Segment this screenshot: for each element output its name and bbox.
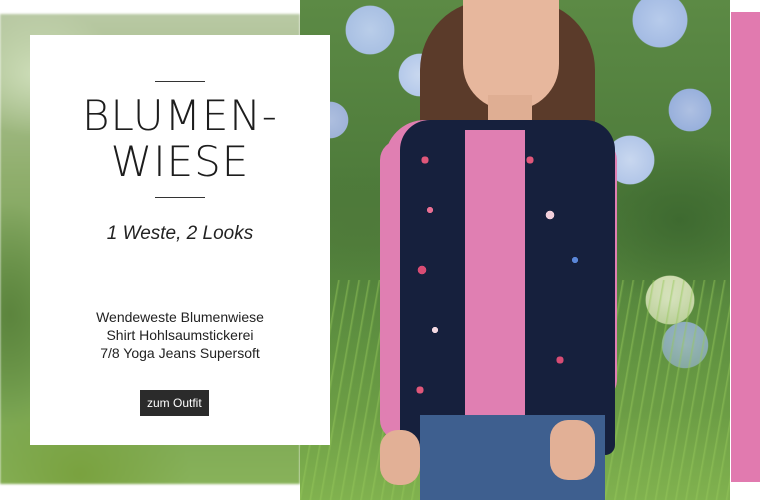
headline-line-2: WIESE — [110, 137, 250, 186]
text-panel: BLUMEN- WIESE 1 Weste, 2 Looks Wendewest… — [30, 35, 330, 445]
product-list: Wendeweste Blumenwiese Shirt Hohlsaumsti… — [30, 308, 330, 362]
divider-bottom — [155, 197, 205, 198]
promo-banner[interactable]: BLUMEN- WIESE 1 Weste, 2 Looks Wendewest… — [0, 0, 760, 500]
accent-bar — [731, 12, 760, 482]
shirt-front — [465, 130, 525, 460]
model-hand-left — [380, 430, 420, 485]
model-face — [463, 0, 559, 110]
product-item: Shirt Hohlsaumstickerei — [106, 327, 254, 343]
headline-line-1: BLUMEN- — [82, 91, 278, 140]
divider-top — [155, 81, 205, 82]
product-item: Wendeweste Blumenwiese — [96, 309, 264, 325]
model-hand-right — [550, 420, 595, 480]
outfit-button[interactable]: zum Outfit — [140, 390, 209, 416]
subline: 1 Weste, 2 Looks — [106, 223, 254, 244]
product-item: 7/8 Yoga Jeans Supersoft — [100, 345, 260, 361]
